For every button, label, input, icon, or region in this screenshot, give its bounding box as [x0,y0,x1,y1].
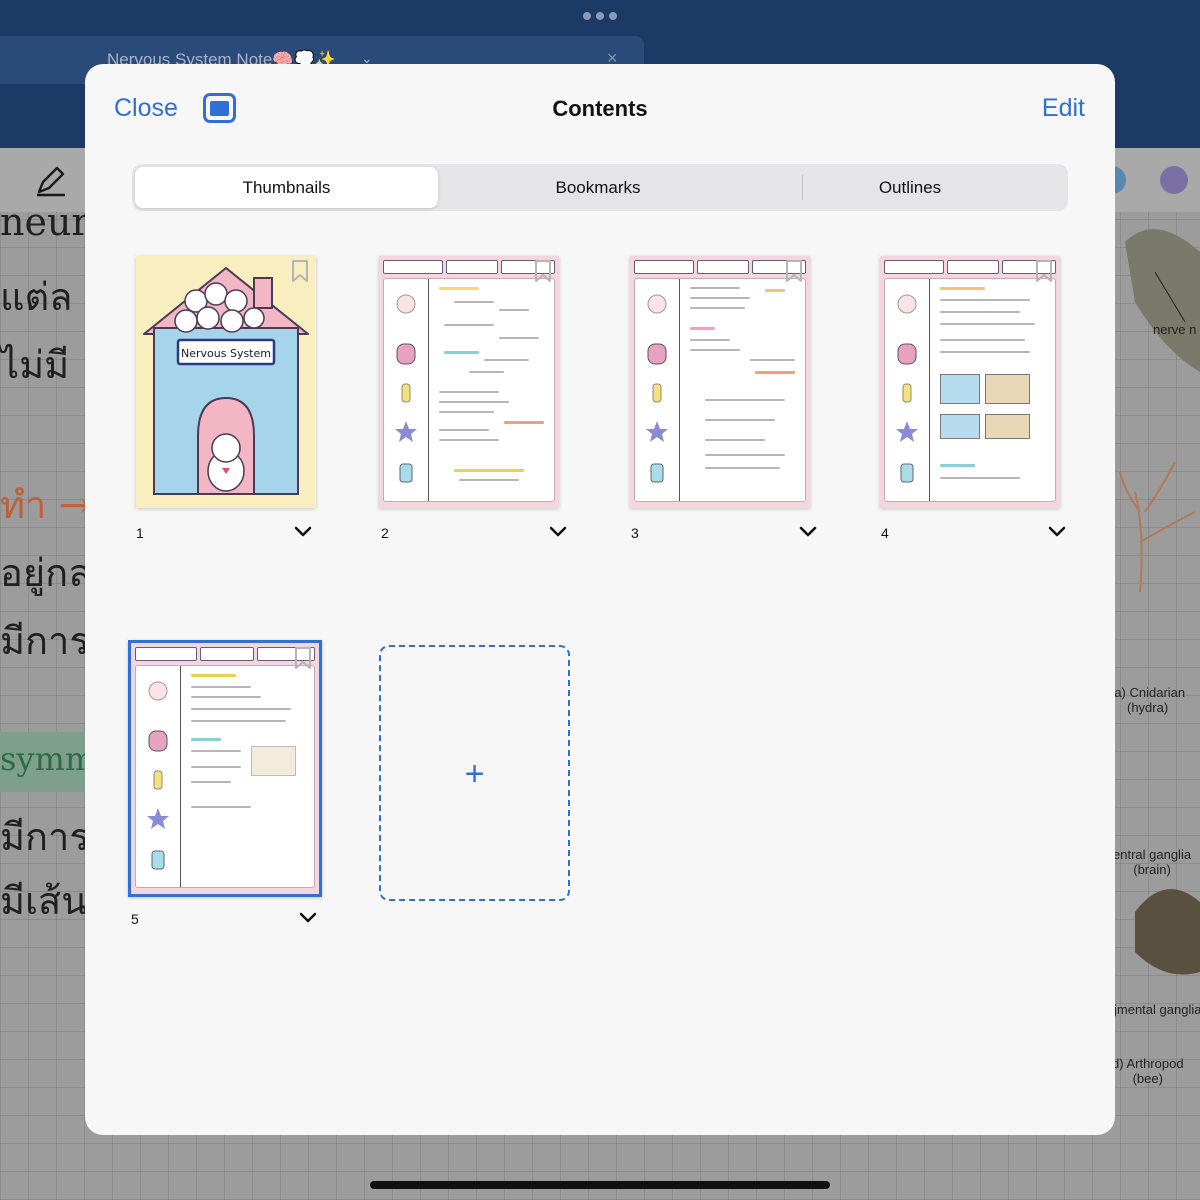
chevron-down-icon[interactable] [294,526,312,538]
organism-drawing [1119,229,1200,975]
page-thumbnail-4[interactable] [880,256,1060,508]
contents-modal: Close Contents Edit Thumbnails Bookmarks… [85,64,1115,1135]
bookmark-icon[interactable] [784,259,804,283]
page-number: 3 [631,525,639,541]
sticker-rail [136,666,181,887]
figure-label: entral ganglia (brain) [1115,847,1192,877]
multitasking-dots-icon[interactable] [583,12,617,20]
figure-label: d) Arthropod (bee) [1115,1056,1184,1086]
page-thumbnail-1[interactable]: Nervous System [136,256,316,508]
sticker-rail [885,279,930,501]
figure-label: (a) Cnidarian (hydra) [1115,685,1186,715]
bookmark-icon[interactable] [290,259,310,283]
page-number: 2 [381,525,389,541]
modal-title: Contents [552,96,648,121]
bookmark-icon[interactable] [1034,259,1054,283]
plus-icon: + [464,755,485,793]
page-number: 4 [881,525,889,541]
sticker-icons [896,294,918,483]
page-thumbnail-3[interactable] [630,256,810,508]
bookmark-icon[interactable] [533,259,553,283]
sticker-rail [635,279,680,501]
note-line: มีเส้น [0,879,88,923]
handwritten-notes: neur แต่ล ไม่มี ทำ → อยู่กล มีการ symme … [0,200,90,940]
note-line: มีการ [0,815,90,859]
page-number: 5 [131,911,139,927]
figure-label: jmental ganglia [1115,1002,1200,1017]
sticker-icons [147,681,169,870]
add-page-button[interactable]: + [379,645,570,901]
note-line: ทำ → [0,483,90,527]
sticker-rail [384,279,429,501]
note-line: symme [0,740,90,778]
chevron-down-icon[interactable] [549,526,567,538]
tab-bookmarks[interactable]: Bookmarks [445,167,751,208]
diagram-figure: nerve n (a) Cnidarian (hydra) entral gan… [1115,212,1200,1112]
page-thumbnail-2[interactable] [379,256,559,508]
note-line: มีการ [0,619,90,663]
tab-outlines[interactable]: Outlines [755,167,1065,208]
note-line: แต่ล [0,275,73,319]
note-line: neur [0,200,90,244]
tab-thumbnails[interactable]: Thumbnails [135,167,438,208]
cover-title: Nervous System [181,347,271,360]
home-indicator[interactable] [370,1181,830,1189]
page-number: 1 [136,525,144,541]
cover-illustration [143,267,309,495]
note-line: อยู่กล [0,551,90,595]
note-line: ไม่มี [0,343,70,387]
chevron-down-icon[interactable] [299,912,317,924]
edit-button[interactable]: Edit [1042,94,1085,123]
chevron-down-icon[interactable] [799,526,817,538]
figure-label: nerve n [1153,322,1197,337]
chevron-down-icon[interactable] [1048,526,1066,538]
page-thumbnail-5[interactable] [128,640,322,897]
segmented-control: Thumbnails Bookmarks Outlines [132,164,1068,211]
color-swatch-purple[interactable] [1160,166,1188,194]
sticker-icons [646,294,668,483]
sticker-icons [395,294,417,483]
pencil-icon[interactable] [33,162,69,198]
bookmark-icon[interactable] [293,646,313,670]
